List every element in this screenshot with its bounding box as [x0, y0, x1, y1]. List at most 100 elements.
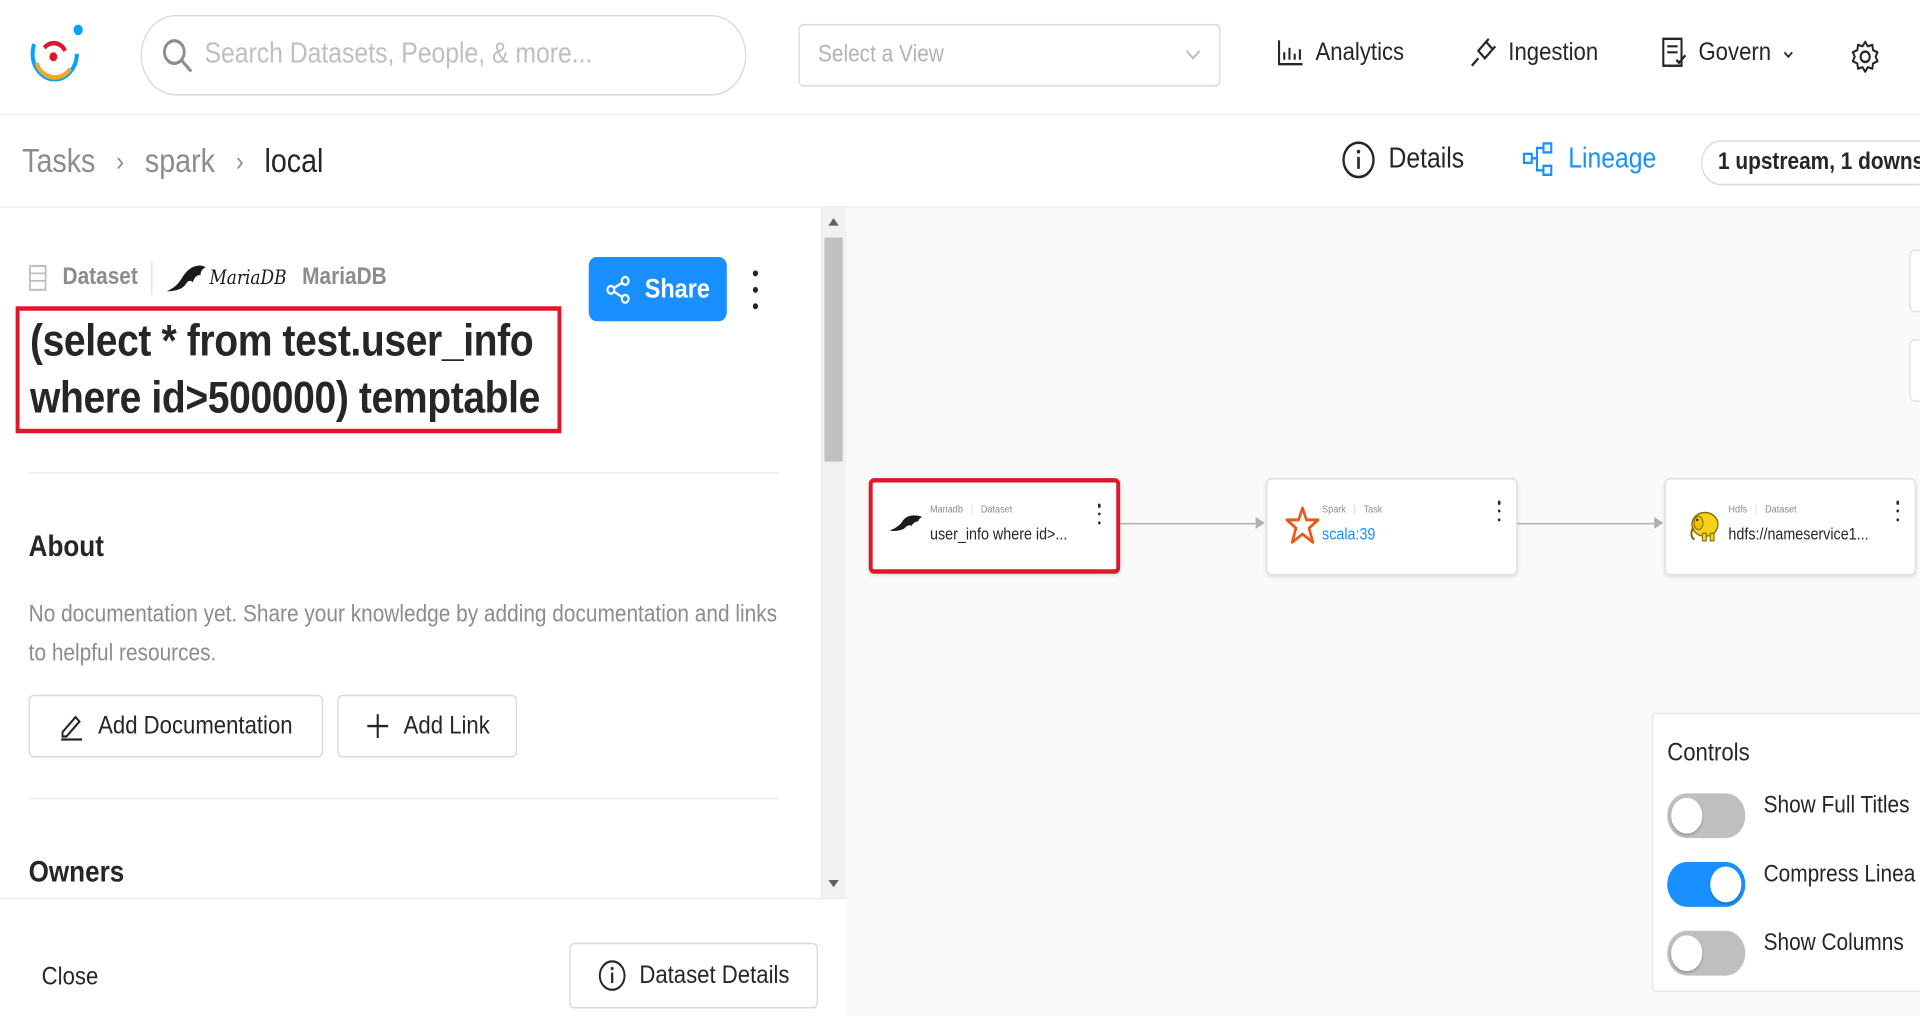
sidebar-scrollbar[interactable]	[820, 207, 847, 898]
chevron-right-icon: ›	[116, 145, 125, 176]
add-documentation-button[interactable]: Add Documentation	[28, 694, 324, 758]
breadcrumb-bar: Tasks › spark › local Details Lineage 1 …	[0, 115, 1920, 208]
search-box[interactable]	[140, 14, 747, 96]
nav-govern-label: Govern	[1698, 37, 1772, 66]
nav-ingestion-label: Ingestion	[1508, 37, 1599, 66]
zoom-out-control[interactable]	[1909, 339, 1920, 402]
zoom-in-control[interactable]	[1909, 249, 1920, 313]
node-platform: Mariadb	[929, 504, 963, 516]
divider	[150, 261, 153, 295]
lineage-node-hdfs[interactable]: Hdfs | Dataset hdfs://nameservice1...	[1664, 478, 1916, 576]
nav-analytics-label: Analytics	[1315, 37, 1405, 66]
lineage-controls-panel: Controls Show Full Titles Compress Linea…	[1651, 712, 1920, 993]
node-name: user_info where id>...	[929, 525, 1068, 544]
node-name: hdfs://nameservice1...	[1728, 525, 1869, 544]
info-icon	[1342, 141, 1375, 179]
close-button[interactable]: Close	[42, 962, 99, 992]
lineage-icon	[1522, 142, 1553, 176]
bar-chart-icon	[1278, 40, 1303, 66]
chevron-right-icon: ›	[235, 145, 244, 176]
spark-star-icon	[1285, 506, 1320, 544]
entity-type: Dataset	[62, 264, 138, 290]
document-check-icon	[1662, 37, 1687, 67]
lineage-graph[interactable]: Mariadb | Dataset user_info where id>...…	[846, 207, 1920, 1016]
view-select-placeholder: Select a View	[817, 41, 944, 68]
toggle-label: Compress Linea	[1763, 862, 1916, 888]
toggle-compress-lineage[interactable]: Compress Linea	[1667, 862, 1915, 907]
tab-details-label: Details	[1388, 143, 1465, 175]
tab-lineage[interactable]: Lineage	[1521, 140, 1656, 179]
node-meta: Spark | Task	[1322, 504, 1383, 516]
breadcrumb-item-local: local	[264, 141, 324, 180]
node-more-options-icon[interactable]	[1495, 500, 1503, 522]
breadcrumb: Tasks › spark › local	[22, 142, 323, 181]
mariadb-logo-icon	[166, 265, 206, 292]
mariadb-logo-icon	[889, 515, 923, 531]
plug-icon	[1471, 37, 1497, 67]
search-input[interactable]	[204, 38, 726, 72]
dataset-details-button[interactable]: Dataset Details	[569, 942, 818, 1009]
scroll-down-arrow-icon[interactable]	[828, 879, 839, 888]
node-meta: Mariadb | Dataset	[929, 504, 1013, 516]
about-heading: About	[28, 530, 104, 564]
node-type: Task	[1363, 504, 1383, 516]
divider	[28, 797, 779, 800]
about-description: No documentation yet. Share your knowled…	[28, 602, 778, 667]
add-link-label: Add Link	[403, 711, 490, 740]
compress-lineage-switch[interactable]	[1667, 862, 1746, 907]
nav-analytics[interactable]: Analytics	[1276, 36, 1404, 69]
node-platform: Hdfs	[1728, 504, 1748, 516]
lineage-edge	[1517, 522, 1655, 525]
breadcrumb-item-tasks[interactable]: Tasks	[22, 142, 95, 181]
node-platform: Spark	[1322, 504, 1346, 516]
node-type: Dataset	[980, 504, 1013, 516]
entity-sidebar: Dataset MariaDB MariaDB (select * from t…	[0, 207, 847, 1016]
share-button-label: Share	[644, 273, 710, 304]
breadcrumb-item-spark[interactable]: spark	[145, 142, 215, 181]
arrow-right-icon	[1255, 516, 1265, 529]
entity-title: (select * from test.user_info where id>5…	[15, 306, 562, 434]
pencil-icon	[61, 715, 83, 741]
toggle-label: Show Columns	[1763, 930, 1904, 957]
lineage-node-mariadb[interactable]: Mariadb | Dataset user_info where id>...	[868, 478, 1121, 574]
toggle-show-full-titles[interactable]: Show Full Titles	[1667, 793, 1910, 839]
gear-icon[interactable]	[1850, 39, 1881, 75]
app-logo-icon[interactable]	[21, 18, 89, 87]
chevron-down-icon	[1783, 51, 1793, 59]
node-more-options-icon[interactable]	[1095, 503, 1103, 525]
owners-heading: Owners	[28, 856, 125, 889]
node-name[interactable]: scala:39	[1322, 526, 1375, 544]
node-more-options-icon[interactable]	[1894, 500, 1902, 522]
arrow-right-icon	[1654, 516, 1664, 529]
divider	[28, 472, 779, 474]
node-meta: Hdfs | Dataset	[1728, 504, 1797, 516]
tab-details[interactable]: Details	[1342, 140, 1465, 179]
lineage-count-badge[interactable]: 1 upstream, 1 downs	[1701, 140, 1920, 186]
entity-header-meta: Dataset MariaDB MariaDB	[29, 261, 387, 295]
sidebar-content: Dataset MariaDB MariaDB (select * from t…	[0, 208, 821, 898]
tab-lineage-label: Lineage	[1568, 143, 1657, 175]
share-icon	[606, 275, 630, 304]
hadoop-elephant-icon	[1690, 511, 1719, 542]
scrollbar-thumb[interactable]	[824, 237, 843, 462]
platform-logo-text: MariaDB	[209, 266, 287, 290]
search-icon	[163, 39, 193, 73]
info-icon	[598, 960, 626, 991]
lineage-node-spark[interactable]: Spark | Task scala:39	[1266, 478, 1518, 576]
show-full-titles-switch[interactable]	[1667, 793, 1746, 839]
sidebar-footer: Close Dataset Details	[0, 897, 847, 1016]
nav-ingestion[interactable]: Ingestion	[1469, 36, 1598, 69]
scroll-up-arrow-icon[interactable]	[828, 218, 839, 226]
nav-govern[interactable]: Govern	[1659, 36, 1794, 69]
controls-heading: Controls	[1667, 738, 1750, 767]
toggle-label: Show Full Titles	[1763, 793, 1910, 819]
dataset-icon	[29, 264, 47, 291]
add-link-button[interactable]: Add Link	[337, 694, 518, 758]
lineage-edge	[1117, 522, 1256, 525]
more-options-icon[interactable]	[745, 267, 766, 312]
toggle-show-columns[interactable]: Show Columns	[1667, 930, 1904, 976]
show-columns-switch[interactable]	[1667, 930, 1746, 976]
platform-name: MariaDB	[302, 264, 387, 290]
view-select[interactable]: Select a View	[798, 23, 1221, 87]
share-button[interactable]: Share	[588, 256, 727, 322]
